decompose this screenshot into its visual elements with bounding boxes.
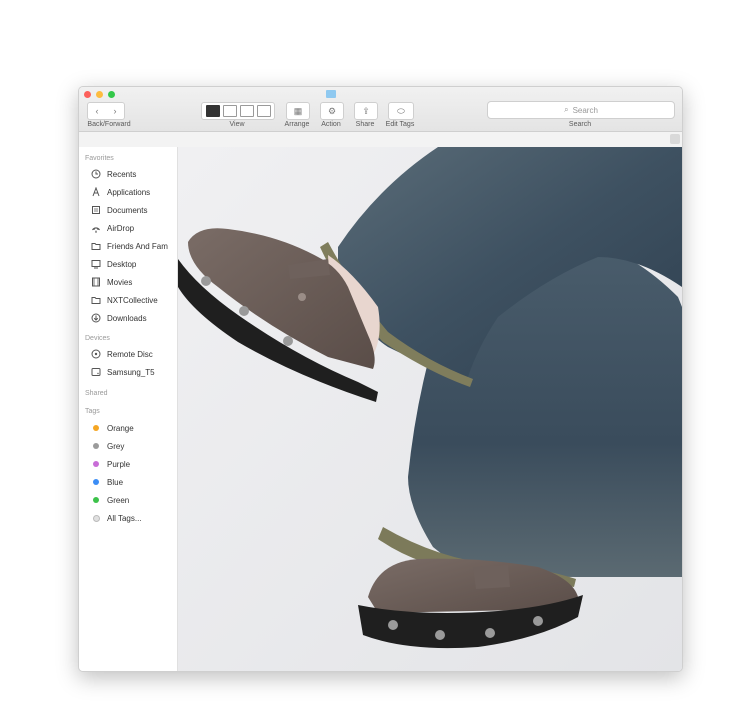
share-icon: ⇪ [362,105,370,116]
tag-dot-icon [93,443,99,449]
sidebar-item-label: Downloads [107,313,147,323]
sidebar-item-samsung-t5[interactable]: Samsung_T5 [91,365,177,379]
sidebar-item-label: Samsung_T5 [107,367,155,377]
sidebar-tag-grey[interactable]: Grey [91,439,177,453]
sidebar-item-label: Green [107,495,130,505]
gear-icon: ⚙ [327,105,337,116]
sidebar-item-desktop[interactable]: Desktop [91,257,177,271]
sidebar-item-label: Grey [107,441,125,451]
sidebar-tag-blue[interactable]: Blue [91,475,177,489]
icon-view-icon[interactable] [205,105,220,117]
sidebar-item-friends-and-fam[interactable]: Friends And Fam [91,239,177,253]
sidebar-item-label: Recents [107,169,137,179]
tag-dot-icon [93,425,99,431]
search-field[interactable]: ⌕ Search [487,101,675,119]
sole-stud [435,630,445,640]
folder-icon [91,295,101,305]
search-placeholder: Search [572,105,598,115]
grid-arrange-icon: ▦ [293,105,303,116]
corner-indicator [670,134,680,144]
sole-stud [239,306,249,316]
sidebar-item-remote-disc[interactable]: Remote Disc [91,347,177,361]
sidebar-item-nxtcollective[interactable]: NXTCollective [91,293,177,307]
minimize-button[interactable] [96,91,103,98]
view-caption: View [229,121,245,128]
shared-header: Shared [85,390,108,397]
folder-icon [91,241,101,251]
sole-stud [283,336,293,346]
jeans-and-clogs-photo [178,147,682,671]
search-caption: Search [568,121,592,128]
sole-stud [485,628,495,638]
sidebar-item-label: Documents [107,205,148,215]
toolbar: ‹ › Back/Forward View ▦ Arrange ⚙ Action… [79,87,682,132]
clock-icon [91,169,101,179]
sidebar-item-movies[interactable]: Movies [91,275,177,289]
sidebar-item-documents[interactable]: Documents [91,203,177,217]
sidebar-item-label: Applications [107,187,151,197]
sidebar-item-label: Purple [107,459,131,469]
sole-stud [388,620,398,630]
finder-window: ‹ › Back/Forward View ▦ Arrange ⚙ Action… [78,86,683,672]
edit-tags-button[interactable]: ⬭ [388,102,414,120]
action-button[interactable]: ⚙ [320,102,344,120]
close-button[interactable] [84,91,91,98]
sidebar-tag-all-tags[interactable]: All Tags... [91,511,177,525]
disc-icon [91,349,101,359]
favorites-header: Favorites [85,155,114,162]
sidebar-tag-orange[interactable]: Orange [91,421,177,435]
folder-icon [326,90,336,98]
sidebar-item-label: Friends And Fam [107,241,168,251]
tag-dot-icon [93,497,99,503]
zoom-button[interactable] [108,91,115,98]
sidebar-item-label: Orange [107,423,134,433]
sidebar-item-airdrop[interactable]: AirDrop [91,221,177,235]
sidebar-item-label: Remote Disc [107,349,153,359]
sidebar: Favorites Recents Applications Documents… [79,147,178,671]
document-icon [91,205,101,215]
strap-button [298,293,306,301]
sidebar-item-label: Desktop [107,259,137,269]
search-icon: ⌕ [564,105,569,114]
tag-icon: ⬭ [397,105,405,116]
sidebar-item-label: NXTCollective [107,295,158,305]
tag-dot-icon [92,514,100,522]
sidebar-item-recents[interactable]: Recents [91,167,177,181]
arrange-button[interactable]: ▦ [286,102,310,120]
back-forward-caption: Back/Forward [87,121,131,128]
sidebar-tag-purple[interactable]: Purple [91,457,177,471]
airdrop-icon [91,223,101,233]
sidebar-item-label: All Tags... [107,513,142,523]
gallery-view-icon[interactable] [256,105,271,117]
sidebar-item-label: Blue [107,477,124,487]
back-button[interactable]: ‹ [88,106,106,116]
desktop-icon [91,259,101,269]
tag-dot-icon [93,461,99,467]
forward-button[interactable]: › [106,106,124,116]
film-icon [91,277,101,287]
tags-header: Tags [85,408,100,415]
column-view-icon[interactable] [239,105,254,117]
view-segmented-control[interactable] [201,102,275,120]
sidebar-item-label: AirDrop [107,223,135,233]
sidebar-item-downloads[interactable]: Downloads [91,311,177,325]
devices-header: Devices [85,335,110,342]
download-icon [91,313,101,323]
edit-tags-caption: Edit Tags [385,121,415,128]
back-forward-control[interactable]: ‹ › [87,102,125,120]
sidebar-item-label: Movies [107,277,133,287]
sidebar-tag-green[interactable]: Green [91,493,177,507]
sidebar-item-applications[interactable]: Applications [91,185,177,199]
clog-strap [473,565,510,589]
content-area [178,147,682,671]
tag-dot-icon [93,479,99,485]
sole-stud [201,276,211,286]
sole-stud [533,616,543,626]
list-view-icon[interactable] [222,105,237,117]
drive-icon [91,367,101,377]
applications-icon [91,187,101,197]
share-button[interactable]: ⇪ [354,102,378,120]
